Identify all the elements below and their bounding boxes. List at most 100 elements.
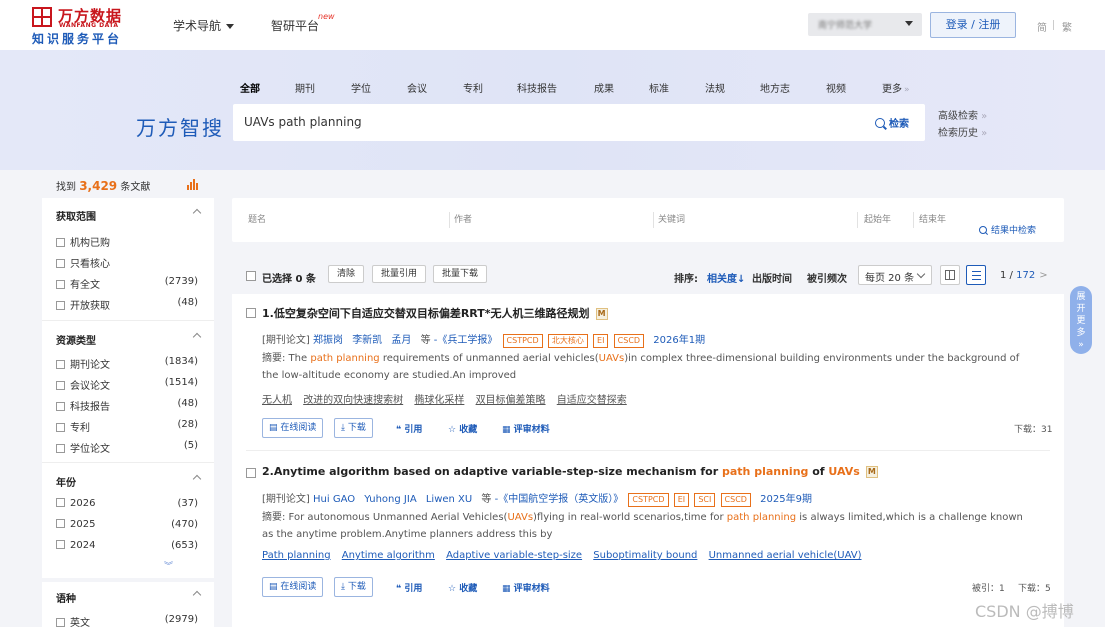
search-in-results-button[interactable]: 结果中检索 bbox=[979, 223, 1036, 236]
author-link[interactable]: 郑振岗 bbox=[313, 335, 343, 346]
checkbox[interactable] bbox=[56, 259, 65, 268]
list-view-button[interactable] bbox=[966, 265, 986, 285]
batch-download-button[interactable]: 批量下载 bbox=[433, 265, 488, 283]
checkbox[interactable] bbox=[56, 498, 65, 507]
chevron-up-icon[interactable] bbox=[192, 474, 202, 484]
nav-academic[interactable]: 学术导航 bbox=[173, 17, 235, 34]
facet-option[interactable]: 会议论文 (1514) bbox=[56, 377, 198, 392]
advanced-search-link[interactable]: 高级检索 » bbox=[938, 107, 987, 122]
review-material-button[interactable]: ▦ 评审材料 bbox=[502, 581, 550, 594]
author-link[interactable]: 李新凯 bbox=[352, 335, 382, 346]
issue-link[interactable]: 2025年9期 bbox=[760, 494, 812, 505]
keyword-link[interactable]: Unmanned aerial vehicle(UAV) bbox=[709, 550, 862, 561]
chevron-right-icon[interactable]: > bbox=[1039, 270, 1047, 281]
review-material-button[interactable]: ▦ 评审材料 bbox=[502, 422, 550, 435]
keyword-link[interactable]: Adaptive variable-step-size bbox=[446, 550, 582, 561]
facet-option[interactable]: 开放获取 (48) bbox=[56, 297, 198, 312]
result-title[interactable]: 2.Anytime algorithm based on adaptive va… bbox=[262, 465, 878, 478]
result-checkbox[interactable] bbox=[246, 308, 256, 318]
tab-tech-report[interactable]: 科技报告 bbox=[517, 80, 557, 95]
checkbox[interactable] bbox=[56, 280, 65, 289]
checkbox[interactable] bbox=[56, 360, 65, 369]
keyword-link[interactable]: Suboptimality bound bbox=[593, 550, 697, 561]
sort-relevance[interactable]: 相关度↓ bbox=[707, 270, 745, 285]
download-button[interactable]: ⤓ 下载 bbox=[334, 577, 373, 597]
tab-all[interactable]: 全部 bbox=[240, 80, 260, 95]
clear-button[interactable]: 清除 bbox=[328, 265, 365, 283]
facet-option[interactable]: 科技报告 (48) bbox=[56, 398, 198, 413]
login-button[interactable]: 登录 / 注册 bbox=[930, 12, 1016, 38]
chevron-up-icon[interactable] bbox=[192, 590, 202, 600]
tab-achievement[interactable]: 成果 bbox=[594, 80, 614, 95]
result-checkbox[interactable] bbox=[246, 468, 256, 478]
journal-link[interactable]: -《兵工学报》 bbox=[434, 335, 498, 346]
issue-link[interactable]: 2026年1期 bbox=[653, 335, 705, 346]
facet-option[interactable]: 专利 (28) bbox=[56, 419, 198, 434]
mind-map-icon[interactable]: M bbox=[865, 466, 878, 478]
batch-cite-button[interactable]: 批量引用 bbox=[372, 265, 427, 283]
result-title[interactable]: 1.低空复杂空间下自适应交替双目标偏差RRT*无人机三维路径规划 M bbox=[262, 305, 608, 321]
start-year-input[interactable]: 起始年 bbox=[864, 212, 914, 228]
cite-button[interactable]: ❝ 引用 bbox=[396, 581, 422, 594]
checkbox[interactable] bbox=[56, 423, 65, 432]
facet-option[interactable]: 机构已购 bbox=[56, 234, 198, 249]
checkbox[interactable] bbox=[56, 402, 65, 411]
keyword-link[interactable]: 自适应交替探索 bbox=[557, 395, 627, 406]
keyword-link[interactable]: Path planning bbox=[262, 550, 331, 561]
search-history-link[interactable]: 检索历史 » bbox=[938, 124, 987, 139]
favorite-button[interactable]: ☆ 收藏 bbox=[448, 422, 477, 435]
grid-view-button[interactable] bbox=[940, 265, 960, 285]
sort-publish-date[interactable]: 出版时间 bbox=[752, 270, 792, 285]
facet-option[interactable]: 2025 (470) bbox=[56, 519, 198, 530]
lang-simplified[interactable]: 简 bbox=[1037, 19, 1047, 34]
sort-cited[interactable]: 被引频次 bbox=[807, 270, 847, 285]
checkbox[interactable] bbox=[56, 540, 65, 549]
wanfang-logo[interactable]: 万方数据 WANFANG DATA 知识服务平台 bbox=[32, 5, 132, 46]
download-button[interactable]: ⤓ 下载 bbox=[334, 418, 373, 438]
per-page-select[interactable]: 每页 20 条 bbox=[858, 265, 932, 285]
search-button[interactable]: 检索 bbox=[875, 115, 909, 130]
keyword-link[interactable]: 椭球化采样 bbox=[414, 395, 464, 406]
facet-option[interactable]: 有全文 (2739) bbox=[56, 276, 198, 291]
tab-conference[interactable]: 会议 bbox=[407, 80, 427, 95]
cite-button[interactable]: ❝ 引用 bbox=[396, 422, 422, 435]
expand-more-float-button[interactable]: 展开更多 » bbox=[1070, 286, 1092, 354]
mind-map-icon[interactable]: M bbox=[595, 308, 608, 320]
title-filter-input[interactable]: 题名 bbox=[248, 212, 450, 228]
checkbox[interactable] bbox=[56, 444, 65, 453]
lang-traditional[interactable]: 繁 bbox=[1062, 19, 1072, 34]
tab-video[interactable]: 视频 bbox=[826, 80, 846, 95]
tab-more[interactable]: 更多» bbox=[882, 80, 910, 95]
journal-link[interactable]: -《中国航空学报（英文版）》 bbox=[495, 494, 624, 505]
facet-option[interactable]: 期刊论文 (1834) bbox=[56, 356, 198, 371]
search-input[interactable] bbox=[244, 115, 804, 129]
read-online-button[interactable]: ▤ 在线阅读 bbox=[262, 577, 324, 597]
tab-degree[interactable]: 学位 bbox=[351, 80, 371, 95]
checkbox[interactable] bbox=[56, 301, 65, 310]
checkbox[interactable] bbox=[56, 381, 65, 390]
checkbox[interactable] bbox=[56, 238, 65, 247]
org-select[interactable]: 南宁师范大学 bbox=[808, 13, 922, 36]
chevron-up-icon[interactable] bbox=[192, 208, 202, 218]
keyword-filter-input[interactable]: 关键词 bbox=[658, 212, 858, 228]
author-link[interactable]: Liwen XU bbox=[426, 494, 472, 505]
favorite-button[interactable]: ☆ 收藏 bbox=[448, 581, 477, 594]
author-filter-input[interactable]: 作者 bbox=[454, 212, 654, 228]
tab-patent[interactable]: 专利 bbox=[463, 80, 483, 95]
expand-more-icon[interactable]: ︾ bbox=[164, 559, 173, 572]
nav-research[interactable]: 智研平台 bbox=[271, 17, 319, 34]
keyword-link[interactable]: 改进的双向快速搜索树 bbox=[303, 395, 403, 406]
facet-option[interactable]: 2026 (37) bbox=[56, 498, 198, 509]
end-year-input[interactable]: 结束年 bbox=[919, 212, 971, 228]
keyword-link[interactable]: Anytime algorithm bbox=[342, 550, 435, 561]
tab-law[interactable]: 法规 bbox=[705, 80, 725, 95]
facet-option[interactable]: 英文 (2979) bbox=[56, 614, 198, 627]
tab-journal[interactable]: 期刊 bbox=[295, 80, 315, 95]
tab-standard[interactable]: 标准 bbox=[649, 80, 669, 95]
author-link[interactable]: Yuhong JIA bbox=[364, 494, 416, 505]
chevron-up-icon[interactable] bbox=[192, 332, 202, 342]
pagination[interactable]: 1 / 172 > bbox=[1000, 270, 1048, 281]
select-all-checkbox[interactable] bbox=[246, 271, 256, 281]
tab-local-chronicle[interactable]: 地方志 bbox=[760, 80, 790, 95]
checkbox[interactable] bbox=[56, 519, 65, 528]
